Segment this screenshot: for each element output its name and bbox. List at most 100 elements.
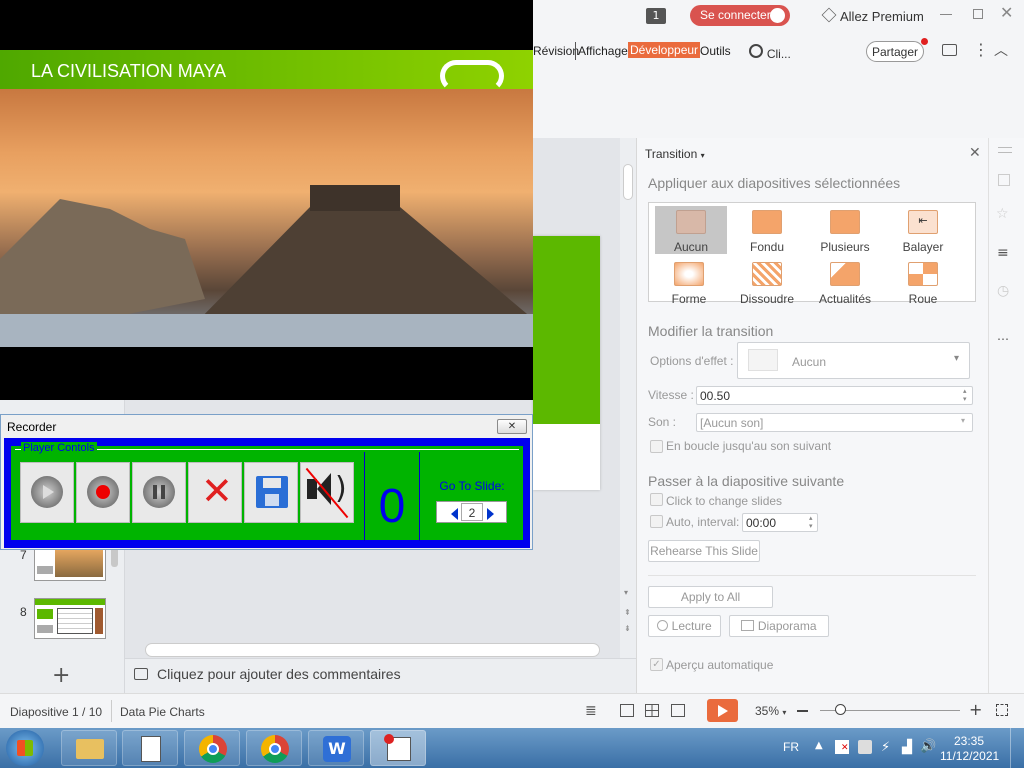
- language-indicator[interactable]: FR: [783, 740, 799, 754]
- notes-bar[interactable]: Cliquez pour ajouter des commentaires: [125, 658, 636, 693]
- tray-power-icon[interactable]: ⚡: [881, 740, 890, 755]
- goto-label: Go To Slide:: [439, 479, 505, 493]
- pause-button[interactable]: [132, 462, 186, 523]
- slideshow-play-button[interactable]: [707, 699, 738, 722]
- more-icon[interactable]: ⋯: [997, 332, 1009, 346]
- notes-view-icon[interactable]: ≣: [585, 703, 597, 719]
- effect-tile-fondu[interactable]: Fondu: [731, 206, 803, 254]
- mute-button[interactable]: ): [300, 462, 354, 523]
- fit-window-icon[interactable]: [996, 704, 1008, 716]
- effect-tile-dissoudre[interactable]: Dissoudre: [731, 258, 803, 306]
- login-button[interactable]: Se connecter: [690, 5, 790, 26]
- previous-slide-icon[interactable]: [451, 508, 458, 520]
- slide-thumbnail-7[interactable]: [34, 545, 106, 581]
- next-slide-icon[interactable]: [487, 508, 494, 520]
- effect-tile-balayer[interactable]: ⇤ Balayer: [887, 206, 959, 254]
- restore-icon[interactable]: [973, 9, 983, 19]
- taskbar-explorer[interactable]: [61, 730, 117, 766]
- tray-expand-icon[interactable]: ▲: [815, 740, 823, 751]
- zoom-slider-track[interactable]: [820, 704, 960, 715]
- notification-dot: [921, 38, 928, 45]
- tab-developpeur[interactable]: Développeur: [628, 42, 701, 58]
- effect-options-dropdown[interactable]: Aucun ▾: [737, 342, 970, 379]
- sound-dropdown[interactable]: [Aucun son] ▾: [696, 413, 973, 432]
- effect-tile-forme[interactable]: Forme: [653, 258, 725, 306]
- click-checkbox[interactable]: [650, 493, 663, 506]
- slide-stepper[interactable]: 2: [436, 501, 507, 523]
- window-count-badge[interactable]: 1: [646, 8, 666, 24]
- pause-bar: [153, 485, 157, 499]
- more-options-icon[interactable]: ⋮: [973, 40, 989, 59]
- taskbar-chrome-2[interactable]: [246, 730, 302, 766]
- effect-tile-plusieurs[interactable]: Plusieurs: [809, 206, 881, 254]
- tab-affichage[interactable]: Affichage: [578, 44, 628, 58]
- history-icon[interactable]: ◷: [997, 283, 1009, 299]
- zoom-slider-thumb[interactable]: [835, 704, 846, 715]
- effect-tile-actualites[interactable]: Actualités: [809, 258, 881, 306]
- effect-tile-roue[interactable]: Roue: [887, 258, 959, 306]
- slide-thumbnail-8[interactable]: [34, 598, 106, 639]
- spinner-icon[interactable]: ▴ ▾: [963, 387, 967, 403]
- delete-button[interactable]: ✕: [188, 462, 242, 523]
- panel-handle-icon[interactable]: [998, 147, 1012, 153]
- vertical-scrollbar[interactable]: ▾ ⇞ ⇟: [620, 138, 636, 658]
- tray-volume-icon[interactable]: 🔊: [920, 739, 936, 754]
- tray-device-icon[interactable]: [858, 740, 872, 754]
- add-slide-icon[interactable]: +: [52, 663, 70, 688]
- scroll-page-down-icon[interactable]: ⇟: [624, 624, 631, 633]
- slideshow-button[interactable]: Diaporama: [729, 615, 829, 637]
- tray-flag-icon[interactable]: ✕: [835, 740, 849, 754]
- reading-view-icon[interactable]: [671, 704, 685, 717]
- scroll-down-icon[interactable]: ▾: [624, 588, 628, 597]
- taskbar-notepad[interactable]: [122, 730, 178, 766]
- star-icon[interactable]: ☆: [996, 206, 1009, 222]
- preview-checkbox[interactable]: ✓: [650, 658, 663, 671]
- taskbar-chrome-1[interactable]: [184, 730, 240, 766]
- sorter-view-icon[interactable]: [645, 704, 659, 717]
- start-button[interactable]: [6, 730, 44, 766]
- taskbar-wps[interactable]: W: [308, 730, 364, 766]
- minimize-icon[interactable]: [940, 14, 952, 15]
- rehearse-button[interactable]: Rehearse This Slide: [648, 540, 760, 562]
- apply-all-button[interactable]: Apply to All: [648, 586, 773, 608]
- ribbon-search[interactable]: Cli...: [749, 44, 791, 61]
- recorder-close-button[interactable]: ✕: [497, 419, 527, 434]
- theme-name[interactable]: Data Pie Charts: [120, 705, 205, 719]
- play-button[interactable]: Lecture: [648, 615, 721, 637]
- video-player[interactable]: LA CIVILISATION MAYA: [0, 0, 533, 400]
- auto-checkbox[interactable]: [650, 515, 663, 528]
- interval-input[interactable]: 00:00 ▴ ▾: [742, 513, 818, 532]
- tab-revision[interactable]: Révision: [533, 44, 579, 58]
- save-button[interactable]: [244, 462, 298, 523]
- play-button[interactable]: [20, 462, 74, 523]
- zoom-dropdown[interactable]: 35% ▾: [755, 704, 786, 718]
- spinner-icon[interactable]: ▴ ▾: [809, 514, 813, 530]
- close-icon[interactable]: ✕: [1000, 3, 1013, 22]
- settings-sliders-icon[interactable]: ≡: [997, 245, 1009, 261]
- effect-label: Fondu: [749, 240, 785, 254]
- share-button[interactable]: Partager: [866, 38, 928, 62]
- horizontal-scrollbar[interactable]: [145, 643, 600, 657]
- taskbar-recorder[interactable]: [370, 730, 426, 766]
- tab-outils[interactable]: Outils: [700, 44, 731, 58]
- scrollbar-thumb[interactable]: [623, 164, 633, 200]
- record-button[interactable]: [76, 462, 130, 523]
- tray-clock[interactable]: 23:35 11/12/2021: [940, 734, 999, 764]
- zoom-out-icon[interactable]: [797, 710, 808, 712]
- speed-input[interactable]: 00.50 ▴ ▾: [696, 386, 973, 405]
- zoom-in-icon[interactable]: +: [969, 700, 982, 719]
- normal-view-icon[interactable]: [620, 704, 634, 717]
- show-desktop-button[interactable]: [1010, 728, 1024, 768]
- comment-icon[interactable]: [942, 44, 957, 56]
- copy-icon[interactable]: [998, 174, 1010, 186]
- loop-checkbox[interactable]: [650, 440, 663, 453]
- close-pane-icon[interactable]: ✕: [969, 145, 981, 161]
- slide-canvas[interactable]: [533, 236, 600, 490]
- slide-number-input[interactable]: 2: [461, 503, 483, 521]
- effect-tile-aucun[interactable]: Aucun: [655, 206, 727, 254]
- pane-title[interactable]: Transition ▾: [645, 147, 705, 161]
- tray-network-icon[interactable]: ▟: [902, 740, 912, 755]
- premium-button[interactable]: Allez Premium: [821, 7, 924, 24]
- scroll-page-up-icon[interactable]: ⇞: [624, 608, 631, 617]
- collapse-ribbon-icon[interactable]: ︿: [994, 40, 1008, 60]
